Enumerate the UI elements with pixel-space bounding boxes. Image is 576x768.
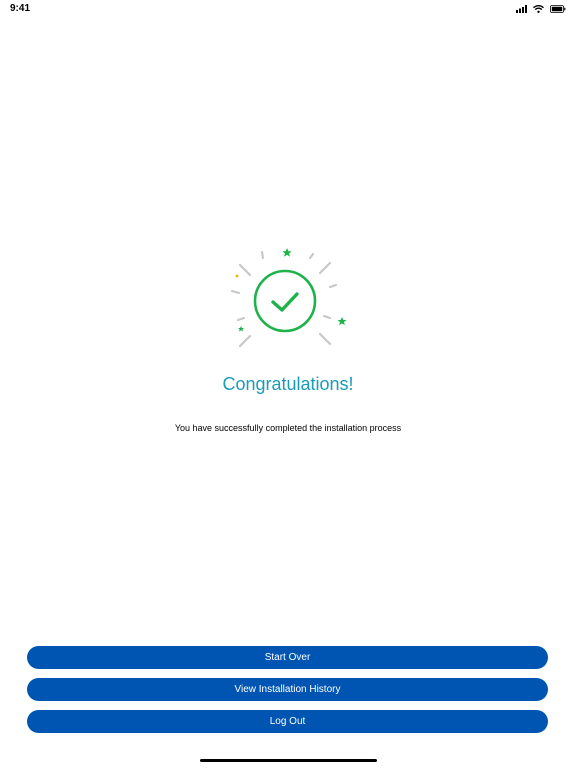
status-icons bbox=[516, 4, 566, 14]
status-time: 9:41 bbox=[10, 3, 31, 14]
success-title: Congratulations! bbox=[222, 374, 354, 394]
cellular-signal-icon bbox=[516, 5, 527, 13]
checkmark-circle-icon bbox=[253, 269, 317, 333]
wifi-icon bbox=[533, 5, 544, 13]
installation-complete-screen: 9:41 Congratulations! You have successfu… bbox=[0, 0, 576, 768]
battery-icon bbox=[550, 5, 566, 13]
status-bar: 9:41 bbox=[0, 0, 576, 18]
start-over-button[interactable]: Start Over bbox=[27, 646, 548, 669]
celebration-graphic bbox=[224, 244, 352, 356]
home-indicator[interactable] bbox=[200, 759, 377, 762]
success-message: You have successfully completed the inst… bbox=[174, 423, 402, 433]
sparkle-dot bbox=[235, 274, 239, 278]
log-out-button[interactable]: Log Out bbox=[27, 710, 548, 733]
view-installation-history-button[interactable]: View Installation History bbox=[27, 678, 548, 701]
